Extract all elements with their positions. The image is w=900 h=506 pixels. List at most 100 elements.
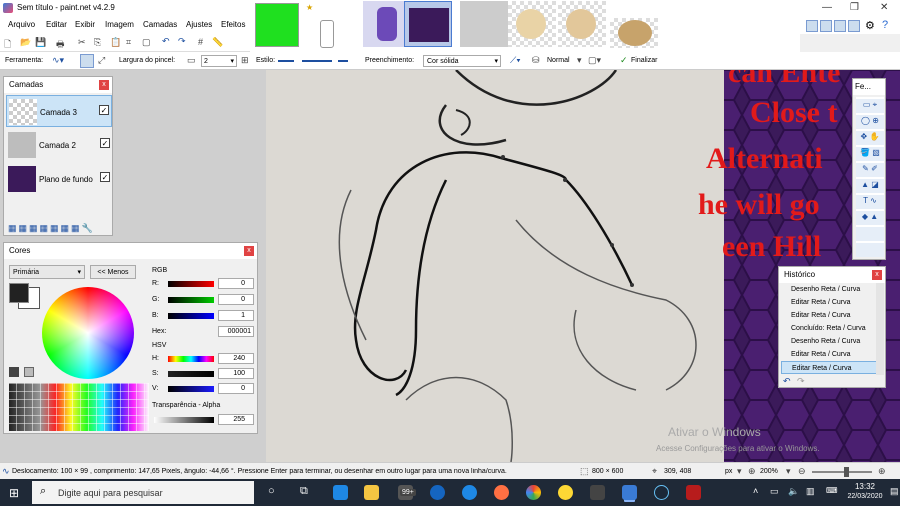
red-input[interactable]: 0 xyxy=(218,278,254,289)
layer-row[interactable]: Camada 3 ✓ xyxy=(6,95,112,127)
chrome-icon[interactable] xyxy=(526,485,541,500)
crop-icon[interactable]: ⌗ xyxy=(126,37,131,48)
volume-icon[interactable]: 🔈 xyxy=(788,486,799,497)
chrome-canary-icon[interactable] xyxy=(558,485,573,500)
redo-icon[interactable]: ↷ xyxy=(178,36,186,47)
layer-visibility-checkbox[interactable]: ✓ xyxy=(100,172,110,182)
save-icon[interactable]: 💾 xyxy=(35,37,46,48)
battery-icon[interactable]: ▥ xyxy=(806,486,815,497)
keyboard-language-icon[interactable]: ⌨ xyxy=(826,486,838,495)
notifications-icon[interactable]: ▤ xyxy=(890,486,899,497)
image-tab-active[interactable] xyxy=(404,1,452,47)
close-button[interactable]: ✕ xyxy=(880,2,888,13)
firefox-icon[interactable] xyxy=(494,485,509,500)
end-cap-select[interactable] xyxy=(338,60,348,62)
image-tab-monkey[interactable] xyxy=(610,18,658,48)
hue-input[interactable]: 240 xyxy=(218,353,254,364)
cortana-icon[interactable]: ○ xyxy=(268,485,275,497)
menu-exibir[interactable]: Exibir xyxy=(75,20,95,29)
close-icon[interactable]: x xyxy=(872,270,882,280)
redo-icon[interactable]: ↷ xyxy=(797,376,805,387)
steam-icon[interactable] xyxy=(654,485,669,500)
history-toggle-icon[interactable] xyxy=(820,20,832,32)
close-icon[interactable]: x xyxy=(244,246,254,256)
layer-row[interactable]: Plano de fundo ✓ xyxy=(6,163,112,195)
image-tab-sketch[interactable] xyxy=(460,1,508,47)
snipping-icon[interactable] xyxy=(590,485,605,500)
print-icon[interactable]: 🖶 xyxy=(56,37,65,53)
fill-select[interactable]: Cor sólida ▾ xyxy=(423,55,501,67)
blue-input[interactable]: 1 xyxy=(218,310,254,321)
finish-button[interactable]: Finalizar xyxy=(631,57,657,64)
new-icon[interactable]: 🗋 xyxy=(4,37,11,53)
paint-net-taskbar-icon[interactable] xyxy=(622,485,637,500)
value-slider[interactable] xyxy=(168,386,214,392)
brush-width-plus[interactable]: ⊞ xyxy=(241,55,249,66)
image-tab-bear1[interactable] xyxy=(508,1,556,47)
deselect-icon[interactable]: ▢ xyxy=(142,37,151,48)
history-scrollbar[interactable] xyxy=(876,283,884,375)
menu-imagem[interactable]: Imagem xyxy=(105,20,134,29)
value-input[interactable]: 0 xyxy=(218,383,254,394)
help-icon[interactable]: ? xyxy=(882,19,888,31)
network-icon[interactable]: ▭ xyxy=(770,486,779,497)
line-curve-tool-icon[interactable]: ∿▾ xyxy=(52,55,64,66)
blend-mode[interactable]: Normal xyxy=(547,57,570,64)
file-explorer-icon[interactable] xyxy=(364,485,379,500)
ruler-icon[interactable]: 📏 xyxy=(212,37,223,48)
layer-row[interactable]: Camada 2 ✓ xyxy=(6,129,112,161)
image-tab-bear2[interactable] xyxy=(558,1,606,47)
layer-actions[interactable]: ▦▦▦▦▦▦▦🔧 xyxy=(8,223,95,234)
less-button[interactable]: << Menos xyxy=(90,265,136,279)
image-tab-green[interactable] xyxy=(255,3,299,47)
layer-visibility-checkbox[interactable]: ✓ xyxy=(99,105,109,115)
windows-start-icon[interactable]: ⊞ xyxy=(9,486,19,500)
cut-icon[interactable]: ✂ xyxy=(78,37,86,48)
hex-input[interactable]: 000001 xyxy=(218,326,254,337)
history-item-selected[interactable]: Editar Reta / Curva xyxy=(781,361,879,374)
saturation-input[interactable]: 100 xyxy=(218,368,254,379)
color-palette[interactable] xyxy=(9,383,149,431)
clock-date[interactable]: 22/03/2020 xyxy=(842,493,888,500)
bezier-mode-icon[interactable]: ⤢ xyxy=(98,55,105,66)
history-item[interactable]: Editar Reta / Curva xyxy=(781,296,879,309)
menu-camadas[interactable]: Camadas xyxy=(143,20,177,29)
selection-mode-icon[interactable]: ▢▾ xyxy=(588,55,601,66)
history-item[interactable]: Editar Reta / Curva xyxy=(781,348,879,361)
layer-visibility-checkbox[interactable]: ✓ xyxy=(100,138,110,148)
chevron-up-icon[interactable]: ˄ xyxy=(753,486,758,496)
zoom-out-icon[interactable]: ⊖ xyxy=(798,466,806,477)
tools-toggle-icon[interactable] xyxy=(806,20,818,32)
tool-buttons[interactable]: ▭ ⌖ ◯ ⊕ ✥ ✋ 🪣 ▧ ✎ ✐ ▲ ◪ T ∿ ◆ ▲ xyxy=(856,97,884,257)
unit-dropdown-icon[interactable]: ▾ xyxy=(737,466,742,477)
task-view-icon[interactable]: ⧉ xyxy=(300,485,308,498)
swap-colors-icon[interactable] xyxy=(9,367,19,377)
hue-slider[interactable] xyxy=(168,356,214,362)
blue-slider[interactable] xyxy=(168,313,214,319)
colors-toggle-icon[interactable] xyxy=(848,20,860,32)
red-slider[interactable] xyxy=(168,281,214,287)
zoom-in-icon[interactable]: ⊕ xyxy=(878,466,886,477)
history-item[interactable]: Desenho Reta / Curva xyxy=(781,335,879,348)
primary-color-swatch[interactable] xyxy=(9,283,29,303)
spline-mode-icon[interactable] xyxy=(80,54,94,68)
alpha-slider[interactable] xyxy=(154,417,214,423)
menu-editar[interactable]: Editar xyxy=(46,20,67,29)
brush-width-select[interactable]: 2 ▾ xyxy=(201,55,237,67)
zoom-level[interactable]: 200% xyxy=(760,468,778,475)
edge-new-icon[interactable] xyxy=(462,485,477,500)
maximize-button[interactable]: ❐ xyxy=(850,2,859,13)
zoom-slider[interactable] xyxy=(812,467,872,477)
layers-toggle-icon[interactable] xyxy=(834,20,846,32)
minimize-button[interactable]: — xyxy=(822,2,832,13)
green-slider[interactable] xyxy=(168,297,214,303)
line-style-select[interactable] xyxy=(302,60,332,62)
undo-icon[interactable]: ↶ xyxy=(162,36,170,47)
green-input[interactable]: 0 xyxy=(218,294,254,305)
antialias-icon[interactable]: ⟋▾ xyxy=(510,55,521,66)
unit-select[interactable]: px xyxy=(725,468,732,475)
menu-ajustes[interactable]: Ajustes xyxy=(186,20,212,29)
color-mode-select[interactable]: Primária ▾ xyxy=(9,265,85,279)
grid-icon[interactable]: # xyxy=(198,37,203,47)
close-icon[interactable]: x xyxy=(99,80,109,90)
